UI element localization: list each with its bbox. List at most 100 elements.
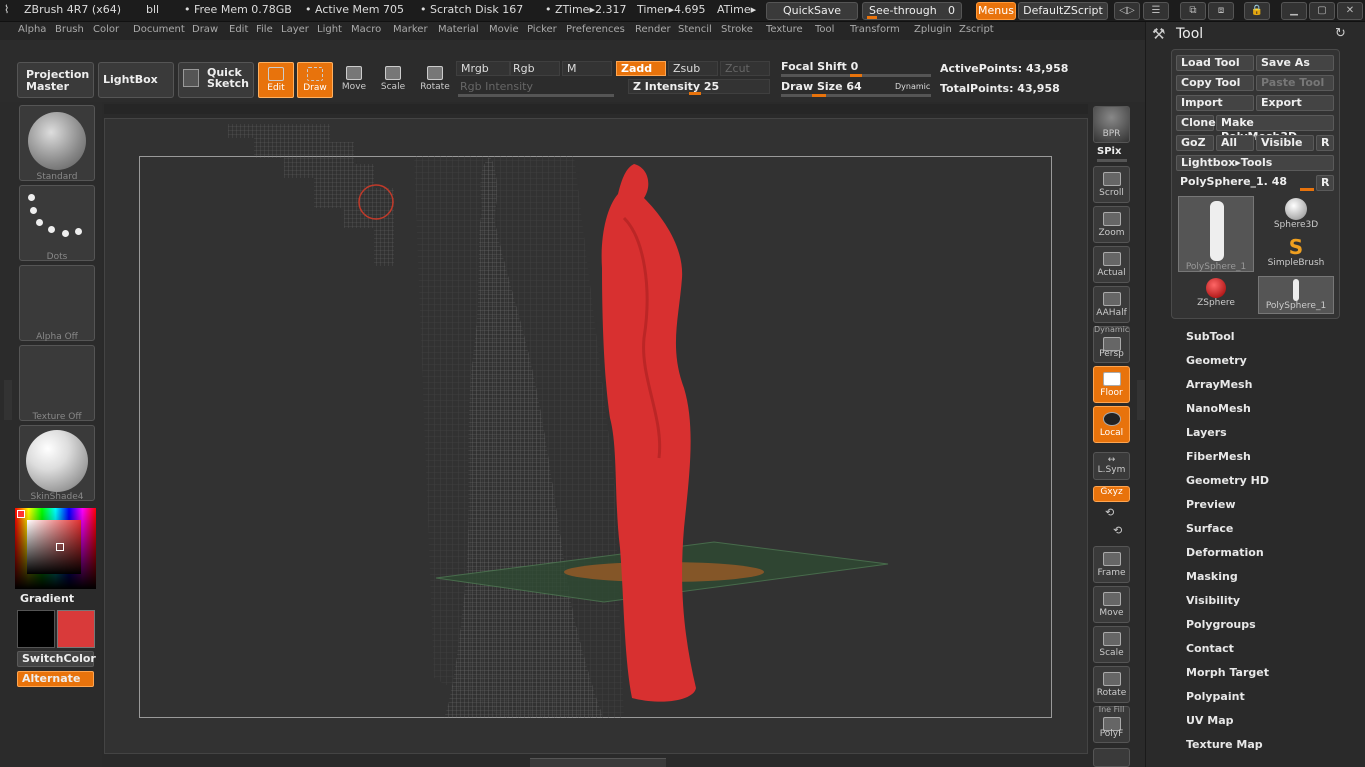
menu-tool[interactable]: Tool: [815, 24, 834, 35]
section-visibility[interactable]: Visibility: [1186, 594, 1240, 607]
mrgb-button[interactable]: Mrgb: [456, 61, 510, 76]
scale-view-button[interactable]: Scale: [1093, 626, 1130, 663]
m-button[interactable]: M: [562, 61, 612, 76]
menu-color[interactable]: Color: [93, 24, 119, 35]
frame-button[interactable]: Frame: [1093, 546, 1130, 583]
make-polymesh3d-button[interactable]: Make PolyMesh3D: [1216, 115, 1334, 143]
palette-list-icon[interactable]: ☰: [1143, 2, 1169, 20]
menu-render[interactable]: Render: [635, 24, 671, 35]
section-texture-map[interactable]: Texture Map: [1186, 738, 1263, 751]
popup-icon[interactable]: ⧉: [1180, 2, 1206, 20]
menu-brush[interactable]: Brush: [55, 24, 84, 35]
texture-thumbnail[interactable]: [19, 345, 95, 421]
menu-transform[interactable]: Transform: [850, 24, 900, 35]
bpr-button[interactable]: BPR: [1093, 106, 1130, 143]
tool-thumb-zsphere[interactable]: ZSphere: [1178, 276, 1254, 314]
section-subtool[interactable]: SubTool: [1186, 330, 1235, 343]
zoom-button[interactable]: Zoom: [1093, 206, 1130, 243]
menu-preferences[interactable]: Preferences: [566, 24, 625, 35]
menu-alpha[interactable]: Alpha: [18, 24, 46, 35]
z-intensity-slider[interactable]: Z Intensity 25: [628, 79, 770, 95]
menu-document[interactable]: Document: [133, 24, 185, 35]
quicksave-button[interactable]: QuickSave: [766, 2, 858, 20]
menu-stencil[interactable]: Stencil: [678, 24, 712, 35]
rotate-y-icon[interactable]: ⟲: [1105, 506, 1114, 519]
default-zscript-button[interactable]: DefaultZScript: [1018, 2, 1108, 20]
import-button[interactable]: Import: [1176, 95, 1254, 111]
export-button[interactable]: Export: [1256, 95, 1334, 111]
see-through-slider[interactable]: See-through 0: [862, 2, 962, 20]
rotate-view-button[interactable]: Rotate: [1093, 666, 1130, 703]
section-morph-target[interactable]: Morph Target: [1186, 666, 1269, 679]
menu-edit[interactable]: Edit: [229, 24, 248, 35]
menu-stroke[interactable]: Stroke: [721, 24, 753, 35]
tool-thumb-simplebrush[interactable]: S SimpleBrush: [1258, 236, 1334, 274]
draw-size-slider[interactable]: [781, 94, 931, 97]
lightbox-button[interactable]: LightBox: [98, 62, 174, 98]
zcut-button[interactable]: Zcut: [720, 61, 770, 76]
section-surface[interactable]: Surface: [1186, 522, 1233, 535]
rotate-z-icon[interactable]: ⟲: [1113, 524, 1122, 537]
lock-icon[interactable]: 🔒: [1244, 2, 1270, 20]
menu-marker[interactable]: Marker: [393, 24, 428, 35]
menu-zplugin[interactable]: Zplugin: [914, 24, 952, 35]
goz-button[interactable]: GoZ: [1176, 135, 1214, 151]
spix-slider[interactable]: [1097, 159, 1127, 162]
menu-layer[interactable]: Layer: [281, 24, 309, 35]
menu-light[interactable]: Light: [317, 24, 342, 35]
xyz-button[interactable]: Gxyz: [1093, 486, 1130, 502]
menu-material[interactable]: Material: [438, 24, 479, 35]
actual-button[interactable]: Actual: [1093, 246, 1130, 283]
menu-picker[interactable]: Picker: [527, 24, 557, 35]
tool-thumb-polysphere-2[interactable]: PolySphere_1: [1258, 276, 1334, 314]
goz-r-button[interactable]: R: [1316, 135, 1334, 151]
bottom-tray-handle[interactable]: [530, 758, 666, 767]
section-uv-map[interactable]: UV Map: [1186, 714, 1234, 727]
load-tool-button[interactable]: Load Tool: [1176, 55, 1254, 71]
move-mode-button[interactable]: Move: [336, 62, 372, 98]
menu-draw[interactable]: Draw: [192, 24, 218, 35]
close-icon[interactable]: ✕: [1337, 2, 1363, 20]
tool-thumb-polysphere[interactable]: PolySphere_1: [1178, 196, 1254, 272]
stroke-thumbnail[interactable]: [19, 185, 95, 261]
tool-r-button[interactable]: R: [1316, 175, 1334, 191]
menu-texture[interactable]: Texture: [766, 24, 803, 35]
tool-thumb-sphere3d[interactable]: Sphere3D: [1258, 196, 1334, 234]
menus-button[interactable]: Menus: [976, 2, 1016, 20]
goz-visible-button[interactable]: Visible: [1256, 135, 1314, 151]
section-deformation[interactable]: Deformation: [1186, 546, 1264, 559]
section-contact[interactable]: Contact: [1186, 642, 1234, 655]
persp-button[interactable]: Dynamic Persp: [1093, 325, 1130, 363]
section-preview[interactable]: Preview: [1186, 498, 1236, 511]
goz-all-button[interactable]: All: [1216, 135, 1254, 151]
dynamic-toggle[interactable]: Dynamic: [895, 82, 930, 91]
reset-icon[interactable]: ↻: [1335, 26, 1346, 41]
material-thumbnail[interactable]: [19, 425, 95, 501]
current-tool-slider[interactable]: [1300, 188, 1314, 191]
palette-left-icon[interactable]: ◁▷: [1114, 2, 1140, 20]
left-tray-handle[interactable]: [4, 380, 12, 420]
local-button[interactable]: Local: [1093, 406, 1130, 443]
section-nanomesh[interactable]: NanoMesh: [1186, 402, 1251, 415]
section-geometry-hd[interactable]: Geometry HD: [1186, 474, 1269, 487]
section-arraymesh[interactable]: ArrayMesh: [1186, 378, 1252, 391]
section-fibermesh[interactable]: FiberMesh: [1186, 450, 1251, 463]
menu-macro[interactable]: Macro: [351, 24, 381, 35]
alpha-thumbnail[interactable]: [19, 265, 95, 341]
zadd-button[interactable]: Zadd: [616, 61, 666, 76]
section-masking[interactable]: Masking: [1186, 570, 1238, 583]
quick-sketch-button[interactable]: Quick Sketch: [178, 62, 254, 98]
section-geometry[interactable]: Geometry: [1186, 354, 1247, 367]
color-picker-square[interactable]: [27, 520, 81, 574]
clone-button[interactable]: Clone: [1176, 115, 1216, 131]
alternate-button[interactable]: Alternate: [17, 671, 94, 687]
projection-master-button[interactable]: Projection Master: [17, 62, 94, 98]
gradient-label[interactable]: Gradient: [20, 592, 74, 605]
section-polypaint[interactable]: Polypaint: [1186, 690, 1245, 703]
lsym-button[interactable]: ↔ L.Sym: [1093, 452, 1130, 480]
copy-tool-button[interactable]: Copy Tool: [1176, 75, 1254, 91]
draw-mode-button[interactable]: Draw: [297, 62, 333, 98]
transp-button[interactable]: [1093, 748, 1130, 767]
edit-mode-button[interactable]: Edit: [258, 62, 294, 98]
save-as-button[interactable]: Save As: [1256, 55, 1334, 71]
